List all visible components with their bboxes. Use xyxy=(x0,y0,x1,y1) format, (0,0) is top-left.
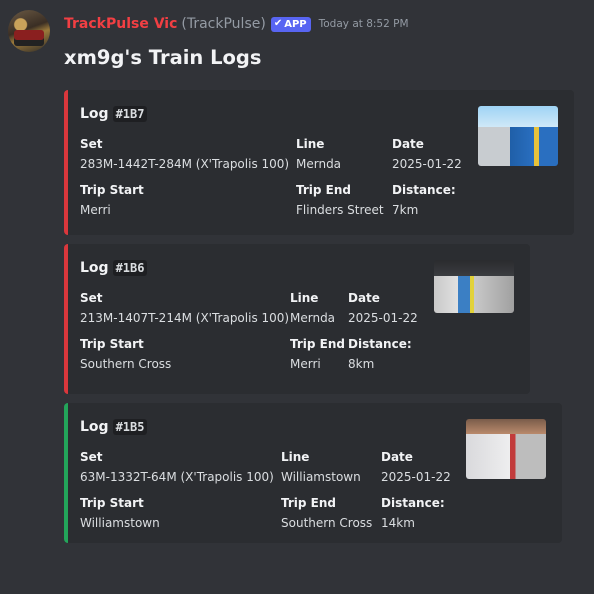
field-date: Date 2025-01-22 xyxy=(348,289,418,327)
field-value: 283M-1442T-284M (X'Trapolis 100) xyxy=(80,157,290,171)
field-name: Trip Start xyxy=(80,337,144,351)
field-name: Line xyxy=(290,291,319,305)
field-distance: Distance: 8km xyxy=(348,335,412,373)
log-id: #1B5 xyxy=(112,419,148,435)
field-name: Trip End xyxy=(290,337,345,351)
train-thumbnail[interactable] xyxy=(478,106,558,166)
field-set: Set 283M-1442T-284M (X'Trapolis 100) xyxy=(80,135,289,173)
field-value: Williamstown xyxy=(281,470,361,484)
field-name: Distance: xyxy=(381,496,445,510)
field-value: 2025-01-22 xyxy=(381,470,451,484)
field-value: 2025-01-22 xyxy=(392,157,462,171)
app-badge-label: APP xyxy=(284,18,307,30)
field-value: 8km xyxy=(348,357,375,371)
field-date: Date 2025-01-22 xyxy=(392,135,462,173)
field-value: Mernda xyxy=(296,157,342,171)
field-set: Set 213M-1407T-214M (X'Trapolis 100) xyxy=(80,289,289,327)
field-distance: Distance: 7km xyxy=(392,181,456,219)
field-name: Date xyxy=(381,450,413,464)
log-label: Log xyxy=(80,106,109,122)
bot-name[interactable]: TrackPulse Vic xyxy=(64,16,177,32)
field-name: Distance: xyxy=(348,337,412,351)
field-set: Set 63M-1332T-64M (X'Trapolis 100) xyxy=(80,448,274,486)
field-value: Mernda xyxy=(290,311,336,325)
field-value: Southern Cross xyxy=(281,516,373,530)
field-name: Line xyxy=(281,450,310,464)
field-name: Set xyxy=(80,450,103,464)
field-line: Line Mernda xyxy=(290,289,335,327)
message-timestamp: Today at 8:52 PM xyxy=(318,18,409,30)
log-id: #1B7 xyxy=(112,106,148,122)
field-value: Southern Cross xyxy=(80,357,172,371)
app-badge: ✔ APP xyxy=(270,16,311,32)
field-value: 2025-01-22 xyxy=(348,311,418,325)
log-embed: Log #1B6 Set 213M-1407T-214M (X'Trapolis… xyxy=(64,244,530,394)
field-name: Date xyxy=(348,291,380,305)
log-embed-title: Log #1B6 xyxy=(80,260,148,276)
message-title: xm9g's Train Logs xyxy=(64,46,262,69)
field-trip-end: Trip End Merri xyxy=(290,335,345,373)
field-value: 7km xyxy=(392,203,419,217)
train-thumbnail[interactable] xyxy=(434,260,514,313)
field-value: 213M-1407T-214M (X'Trapolis 100) xyxy=(80,311,290,325)
log-embed: Log #1B7 Set 283M-1442T-284M (X'Trapolis… xyxy=(64,90,574,235)
field-trip-start: Trip Start Williamstown xyxy=(80,494,160,532)
field-name: Line xyxy=(296,137,325,151)
log-label: Log xyxy=(80,260,109,276)
field-name: Trip End xyxy=(281,496,336,510)
field-trip-start: Trip Start Merri xyxy=(80,181,144,219)
log-id: #1B6 xyxy=(112,260,148,276)
field-line: Line Williamstown xyxy=(281,448,361,486)
field-trip-start: Trip Start Southern Cross xyxy=(80,335,171,373)
field-name: Set xyxy=(80,137,103,151)
log-embed-title: Log #1B7 xyxy=(80,106,148,122)
field-value: 63M-1332T-64M (X'Trapolis 100) xyxy=(80,470,274,484)
train-thumbnail[interactable] xyxy=(466,419,546,479)
field-line: Line Mernda xyxy=(296,135,341,173)
checkmark-icon: ✔ xyxy=(273,18,283,29)
field-name: Distance: xyxy=(392,183,456,197)
log-embed-title: Log #1B5 xyxy=(80,419,148,435)
message-header: TrackPulse Vic (TrackPulse) ✔ APP Today … xyxy=(64,14,409,34)
bot-handle: (TrackPulse) xyxy=(181,16,266,32)
log-embed: Log #1B5 Set 63M-1332T-64M (X'Trapolis 1… xyxy=(64,403,562,543)
field-trip-end: Trip End Southern Cross xyxy=(281,494,372,532)
field-distance: Distance: 14km xyxy=(381,494,445,532)
field-date: Date 2025-01-22 xyxy=(381,448,451,486)
field-value: Merri xyxy=(80,203,111,217)
field-trip-end: Trip End Flinders Street xyxy=(296,181,384,219)
field-name: Set xyxy=(80,291,103,305)
log-label: Log xyxy=(80,419,109,435)
field-value: Flinders Street xyxy=(296,203,384,217)
field-name: Trip End xyxy=(296,183,351,197)
field-name: Trip Start xyxy=(80,496,144,510)
field-name: Date xyxy=(392,137,424,151)
field-value: Williamstown xyxy=(80,516,160,530)
field-value: 14km xyxy=(381,516,415,530)
bot-avatar[interactable] xyxy=(8,10,50,52)
field-name: Trip Start xyxy=(80,183,144,197)
field-value: Merri xyxy=(290,357,321,371)
